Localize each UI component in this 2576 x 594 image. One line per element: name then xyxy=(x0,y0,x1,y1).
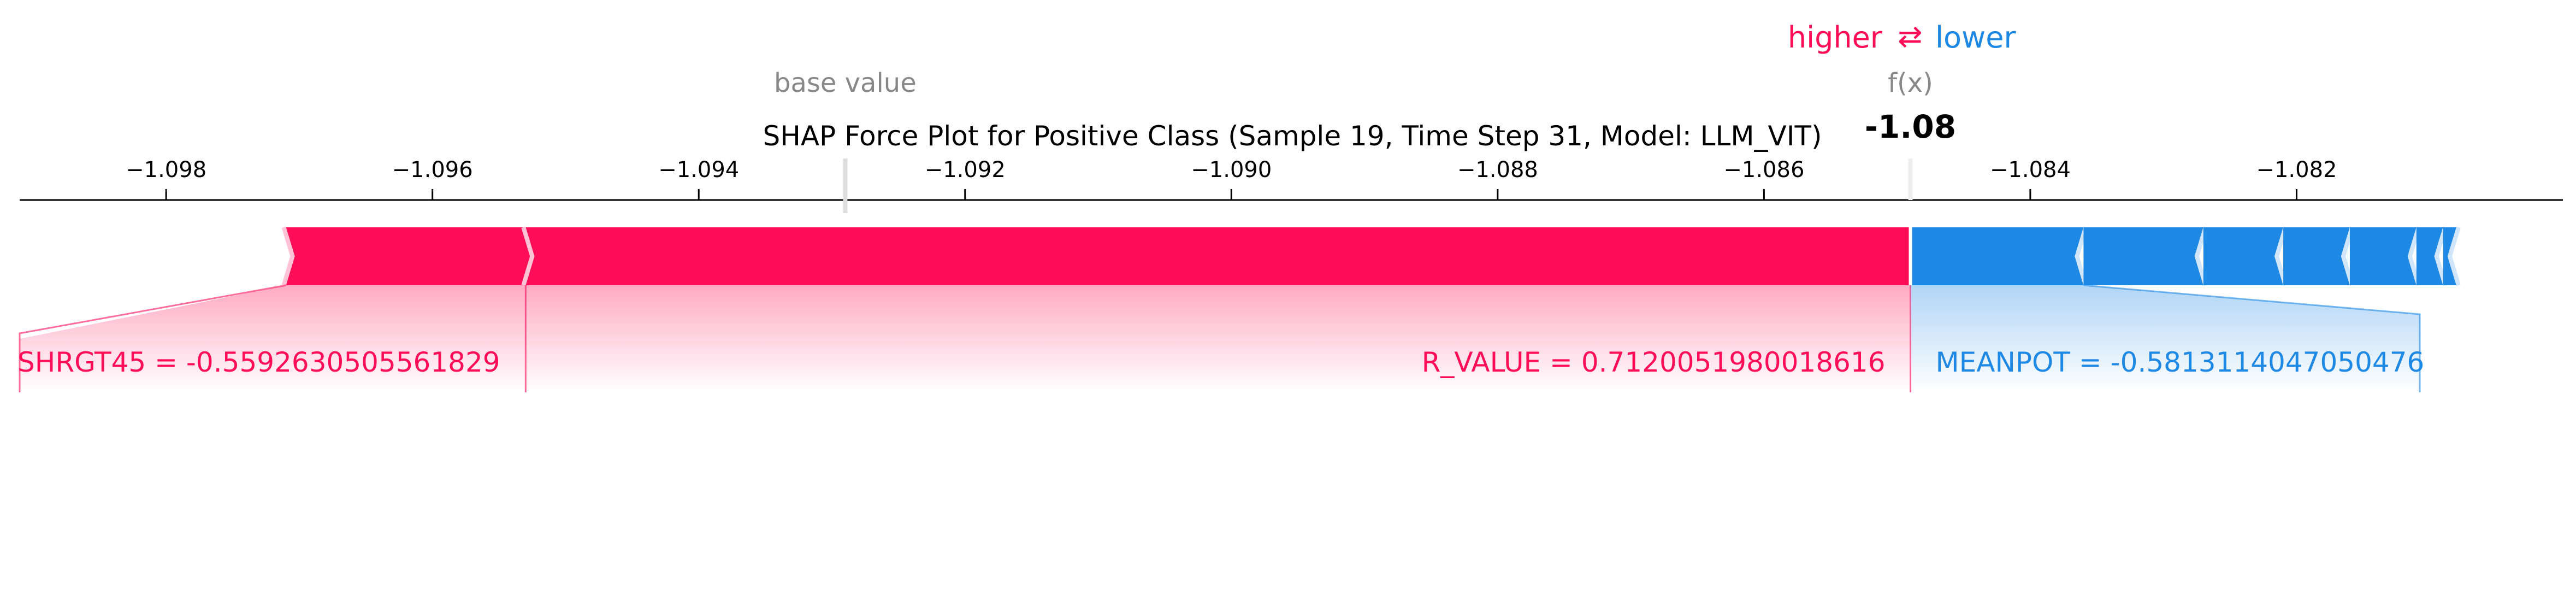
negative-feature-bar xyxy=(2203,227,2284,285)
negative-feature-bar xyxy=(2349,227,2417,285)
feature-label: MEANPOT = -0.5813114047050476 xyxy=(1936,346,2425,378)
x-axis: −1.098 −1.096 −1.094 −1.092 −1.090 −1.088 −1.0… xyxy=(20,157,2563,213)
chart-title: SHAP Force Plot for Positive Class (Samp… xyxy=(763,120,1822,152)
legend-lower: lower xyxy=(1935,20,2016,55)
positive-feature-bar xyxy=(525,227,1911,285)
base-value-label: base value xyxy=(774,68,917,98)
x-tick-label: −1.090 xyxy=(1191,157,1272,183)
x-tick-label: −1.096 xyxy=(392,157,473,183)
feature-labels: SHRGT45 = -0.5592630505561829 R_VALUE = 0… xyxy=(17,284,2425,392)
negative-feature-bar xyxy=(2083,227,2203,285)
fx-label: f(x) xyxy=(1888,68,1933,98)
x-tick-label: −1.086 xyxy=(1723,157,1804,183)
negative-feature-bar xyxy=(1910,227,2084,285)
x-tick-label: −1.084 xyxy=(1990,157,2071,183)
feature-label: R_VALUE = 0.7120051980018616 xyxy=(1422,346,1886,378)
negative-feature-bar xyxy=(2416,227,2443,285)
legend-higher: higher xyxy=(1788,20,1883,55)
fx-value: -1.08 xyxy=(1865,108,1956,145)
feature-label: SHRGT45 = -0.5592630505561829 xyxy=(17,346,500,378)
x-tick-label: −1.088 xyxy=(1457,157,1538,183)
x-tick-label: −1.098 xyxy=(126,157,206,183)
force-plot: higher ⇄ lower base value f(x) -1.08 SHA… xyxy=(17,19,2563,392)
x-tick-label: −1.092 xyxy=(925,157,1006,183)
x-tick-label: −1.082 xyxy=(2256,157,2337,183)
force-bars xyxy=(281,226,2461,286)
negative-feature-bar xyxy=(2283,227,2350,285)
x-tick-label: −1.094 xyxy=(658,157,739,183)
legend-arrow-icon: ⇄ xyxy=(1898,19,1922,54)
positive-feature-bar xyxy=(286,227,535,285)
